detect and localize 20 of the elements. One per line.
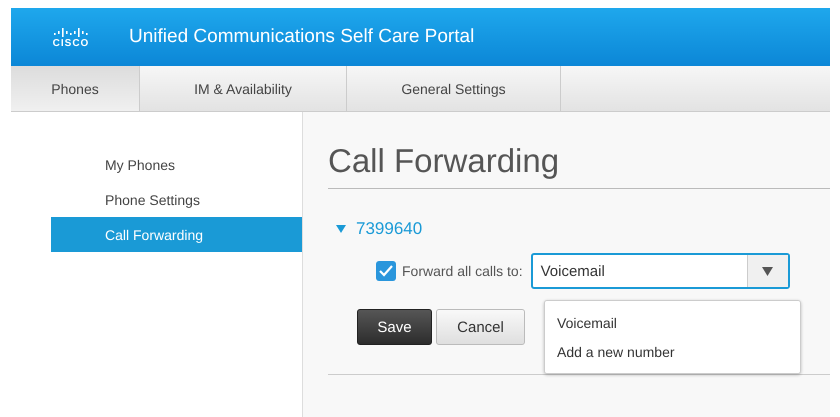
logo-bars-icon (54, 26, 88, 36)
sidebar-item[interactable]: My Phones (51, 147, 302, 182)
logo-text: CISCO (52, 38, 90, 48)
forward-select[interactable]: Voicemail (530, 253, 790, 289)
nav-tab[interactable]: IM & Availability (140, 66, 347, 111)
expand-triangle-icon[interactable] (336, 225, 346, 233)
save-button[interactable]: Save (357, 309, 432, 345)
cancel-button[interactable]: Cancel (436, 309, 525, 345)
phone-number: 7399640 (356, 219, 422, 239)
page-title: Call Forwarding (328, 142, 830, 189)
nav-tab[interactable]: General Settings (347, 66, 561, 111)
dropdown-option[interactable]: Add a new number (545, 338, 800, 367)
forward-label: Forward all calls to: (402, 263, 523, 279)
forward-checkbox[interactable] (376, 261, 396, 281)
sidebar-item[interactable]: Phone Settings (51, 182, 302, 217)
caret-icon[interactable] (762, 266, 774, 276)
select-value: Voicemail (540, 262, 606, 282)
dropdown-option[interactable]: Voicemail (545, 309, 800, 338)
nav-tab[interactable]: Phones (11, 66, 140, 111)
portal-title: Unified Communications Self Care Portal (129, 26, 474, 48)
